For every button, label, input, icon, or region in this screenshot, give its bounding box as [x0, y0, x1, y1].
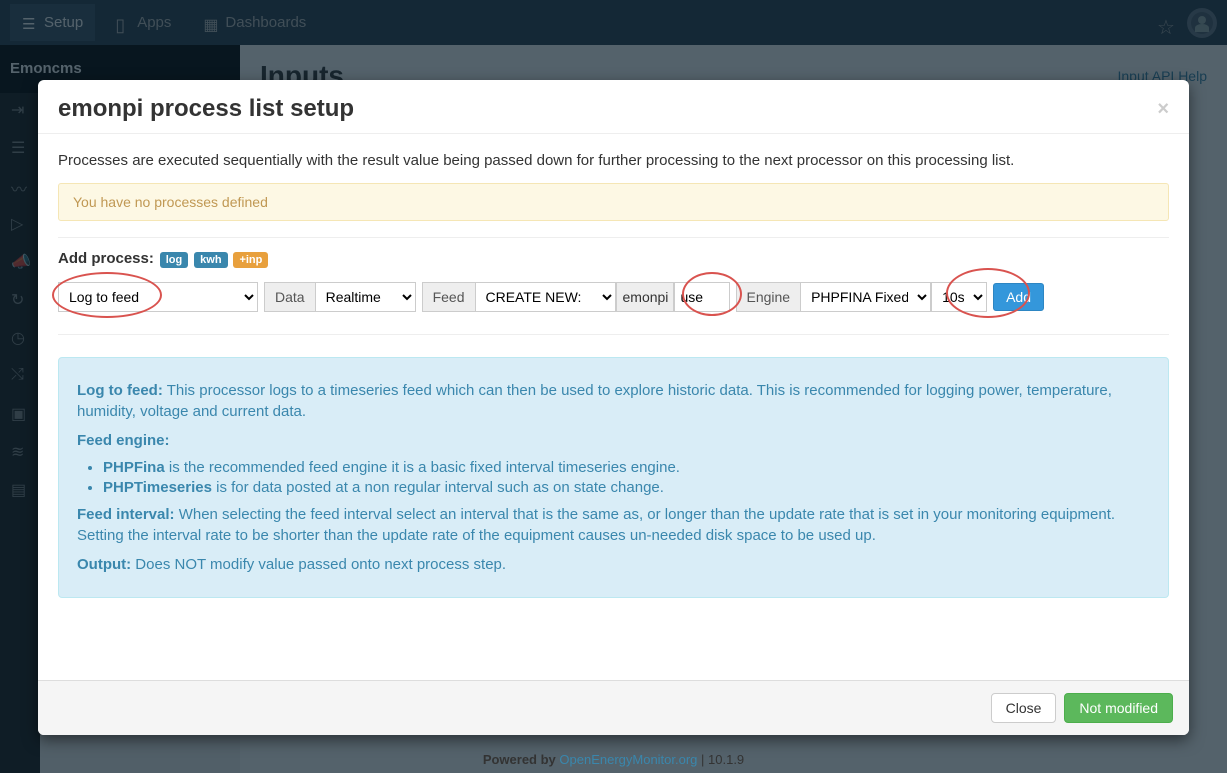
feed-label: Feed: [422, 282, 476, 312]
page-footer: Powered by OpenEnergyMonitor.org | 10.1.…: [0, 752, 1227, 767]
info-feed-interval: Feed interval: When selecting the feed i…: [77, 504, 1150, 546]
process-select[interactable]: Log to feed: [58, 282, 258, 312]
no-processes-alert: You have no processes defined: [58, 183, 1169, 221]
tag-kwh[interactable]: kwh: [194, 252, 227, 268]
info-output: Output: Does NOT modify value passed ont…: [77, 554, 1150, 575]
engine-select[interactable]: PHPFINA Fixed Inte: [801, 282, 931, 312]
interval-select[interactable]: 10s: [931, 282, 987, 312]
info-engine-list: PHPFina is the recommended feed engine i…: [103, 459, 1150, 496]
info-phpfina: PHPFina is the recommended feed engine i…: [103, 459, 1150, 476]
add-process-form-row: Log to feed Data Realtime Feed CREATE NE…: [58, 282, 1169, 312]
feed-group: Feed CREATE NEW: emonpi: [422, 282, 730, 312]
footer-org-link[interactable]: OpenEnergyMonitor.org: [559, 752, 697, 767]
modal-header: emonpi process list setup ×: [38, 80, 1189, 134]
close-button[interactable]: Close: [991, 693, 1057, 723]
tag-log[interactable]: log: [160, 252, 189, 268]
add-button[interactable]: Add: [993, 283, 1044, 311]
info-log-to-feed: Log to feed: This processor logs to a ti…: [77, 380, 1150, 422]
not-modified-button[interactable]: Not modified: [1064, 693, 1173, 723]
modal-body: Processes are executed sequentially with…: [38, 134, 1189, 680]
modal-title: emonpi process list setup: [58, 95, 354, 123]
process-list-modal: emonpi process list setup × Processes ar…: [38, 80, 1189, 735]
divider: [58, 237, 1169, 238]
info-feed-engine-label: Feed engine:: [77, 430, 1150, 451]
modal-close-x[interactable]: ×: [1157, 98, 1169, 121]
engine-label: Engine: [736, 282, 802, 312]
footer-version: | 10.1.9: [697, 752, 744, 767]
add-process-label: Add process:: [58, 250, 154, 267]
engine-group: Engine PHPFINA Fixed Inte 10s: [736, 282, 988, 312]
footer-powered-by: Powered by: [483, 752, 560, 767]
tag-inp[interactable]: +inp: [233, 252, 268, 268]
data-group: Data Realtime: [264, 282, 416, 312]
info-phptimeseries: PHPTimeseries is for data posted at a no…: [103, 479, 1150, 496]
feed-prefix: emonpi: [616, 282, 674, 312]
intro-text: Processes are executed sequentially with…: [58, 152, 1169, 169]
modal-footer: Close Not modified: [38, 680, 1189, 735]
divider-2: [58, 334, 1169, 335]
feed-name-input[interactable]: [674, 282, 730, 312]
data-label: Data: [264, 282, 316, 312]
add-process-header: Add process: log kwh +inp: [58, 250, 1169, 268]
data-select[interactable]: Realtime: [316, 282, 416, 312]
info-box: Log to feed: This processor logs to a ti…: [58, 357, 1169, 598]
feed-select[interactable]: CREATE NEW:: [476, 282, 616, 312]
